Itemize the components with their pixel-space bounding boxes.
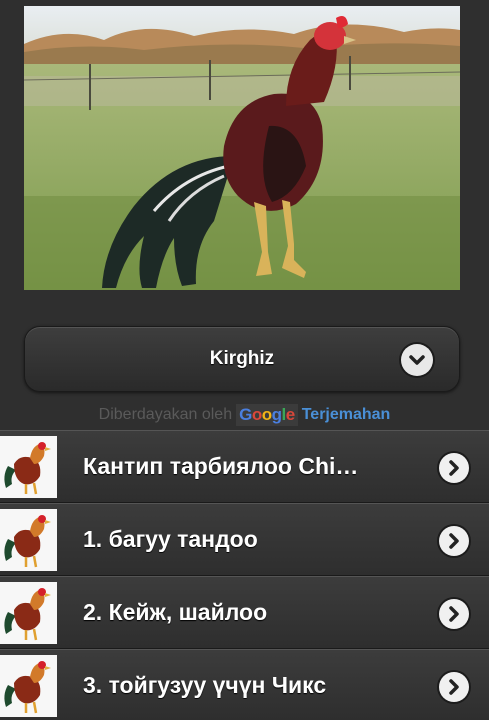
language-select-value: Kirghiz [209,348,275,369]
chevron-right-icon [439,526,469,556]
list-item[interactable]: 3. тойгузуу үчүн Чикс [0,649,489,720]
rooster-photo [24,6,460,290]
list-item-label: Кантип тарбиялоо Chi… [83,453,359,479]
powered-by: Diberdayakan oleh Google Terjemahan [0,402,489,428]
chevron-right-icon [439,672,469,702]
list-item-label: 1. багуу тандоо [83,526,258,552]
powered-by-text: Diberdayakan oleh [98,406,233,423]
list-item-label: 3. тойгузуу үчүн Чикс [83,672,327,698]
translate-link[interactable]: Terjemahan [302,406,391,424]
language-select[interactable]: Kirghiz [24,326,460,392]
list-item[interactable]: 1. багуу тандоо [0,503,489,576]
rooster-thumbnail-icon [0,508,57,571]
chapter-list: Кантип тарбиялоо Chi… 1. багуу тандоо 2.… [0,430,489,720]
list-item[interactable]: Кантип тарбиялоо Chi… [0,430,489,503]
list-item-label: 2. Кейж, шайлоо [83,599,268,625]
chevron-right-icon [439,599,469,629]
chevron-right-icon [439,453,469,483]
chevron-down-icon [401,344,433,376]
rooster-thumbnail-icon [0,654,57,717]
rooster-thumbnail-icon [0,435,57,498]
app-page: Kirghiz Diberdayakan oleh Google Terjema… [0,0,489,720]
google-logo: Google [236,404,298,426]
rooster-thumbnail-icon [0,581,57,644]
list-item[interactable]: 2. Кейж, шайлоо [0,576,489,649]
